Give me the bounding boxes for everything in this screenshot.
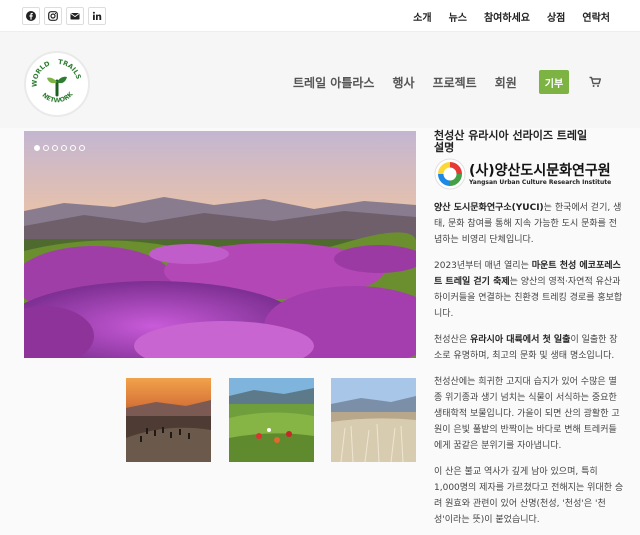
article-column: 천성산 유라시아 선라이즈 트레일 설명 (사)양산도시문화연구원 Yangsa… xyxy=(434,130,624,528)
article-text: 천성산은 xyxy=(434,335,470,345)
silver-grass-photo xyxy=(331,378,416,462)
social-links xyxy=(22,7,106,25)
cart-icon[interactable] xyxy=(589,76,601,88)
top-link-shop[interactable]: 상점 xyxy=(547,9,565,24)
instagram-icon xyxy=(48,11,58,21)
slider-dot[interactable] xyxy=(43,145,49,151)
logo-text-world: WORLD xyxy=(31,59,52,87)
site-header: WORLD TRAILS NETWORK 트레일 아틀라스 행사 프로젝트 회원… xyxy=(0,32,640,128)
nav-trail-atlas[interactable]: 트레일 아틀라스 xyxy=(293,74,374,91)
site-logo[interactable]: WORLD TRAILS NETWORK xyxy=(24,51,90,117)
org-text: (사)양산도시문화연구원 Yangsan Urban Culture Resea… xyxy=(469,163,611,186)
wetland-hikers-photo xyxy=(229,378,314,462)
article-bold: 유라시아 대륙에서 첫 일출 xyxy=(469,335,571,345)
sunrise-hikers-photo xyxy=(126,378,211,462)
article-paragraph: 2023년부터 매년 열리는 마운트 천성 에코포레스트 트레일 걷기 축제는 … xyxy=(434,258,624,322)
hero-slider[interactable] xyxy=(24,131,416,358)
logo-text-trails: TRAILS xyxy=(58,58,83,81)
svg-text:TRAILS: TRAILS xyxy=(58,58,83,81)
email-icon xyxy=(70,13,80,20)
linkedin-button[interactable] xyxy=(88,7,106,25)
top-link-contact[interactable]: 연락처 xyxy=(582,9,610,24)
top-link-get-involved[interactable]: 참여하세요 xyxy=(484,9,530,24)
article-text: 2023년부터 매년 열리는 xyxy=(434,261,532,271)
donate-button[interactable]: 기부 xyxy=(539,70,569,94)
gallery-thumbnail-sunrise-hikers[interactable] xyxy=(126,378,211,462)
top-link-about[interactable]: 소개 xyxy=(413,9,431,24)
sprout-icon xyxy=(47,76,67,97)
nav-projects[interactable]: 프로젝트 xyxy=(433,74,477,91)
org-name-english: Yangsan Urban Culture Research Institute xyxy=(469,178,612,186)
facebook-button[interactable] xyxy=(22,7,40,25)
slider-dot[interactable] xyxy=(52,145,58,151)
article-paragraph: 천성산에는 희귀한 고지대 습지가 있어 수많은 멸종 위기종과 생기 넘치는 … xyxy=(434,377,620,451)
nav-events[interactable]: 행사 xyxy=(392,74,414,91)
main-content: 천성산 유라시아 선라이즈 트레일 설명 (사)양산도시문화연구원 Yangsa… xyxy=(0,128,640,535)
nav-members[interactable]: 회원 xyxy=(495,74,517,91)
facebook-icon xyxy=(26,11,36,21)
yuci-emblem-icon xyxy=(434,158,466,190)
instagram-button[interactable] xyxy=(44,7,62,25)
gallery-thumbnail-silver-grass[interactable] xyxy=(331,378,416,462)
svg-text:WORLD: WORLD xyxy=(31,59,52,87)
slider-dot[interactable] xyxy=(61,145,67,151)
slider-dot[interactable] xyxy=(34,145,40,151)
azalea-mountain-photo xyxy=(24,131,416,358)
slider-dot[interactable] xyxy=(79,145,85,151)
slider-dots xyxy=(34,145,85,151)
article-title: 천성산 유라시아 선라이즈 트레일 설명 xyxy=(434,129,588,154)
gallery-thumbnail-wetland[interactable] xyxy=(229,378,314,462)
email-button[interactable] xyxy=(66,7,84,25)
article-bold: 양산 도시문화연구소(YUCI) xyxy=(434,203,544,213)
org-logo: (사)양산도시문화연구원 Yangsan Urban Culture Resea… xyxy=(434,158,624,190)
article-paragraph: 천성산은 유라시아 대륙에서 첫 일출이 일출한 장소로 유명하며, 최고의 문… xyxy=(434,332,624,364)
world-trails-network-logo: WORLD TRAILS NETWORK xyxy=(31,58,83,104)
slider-dot[interactable] xyxy=(70,145,76,151)
main-nav: 트레일 아틀라스 행사 프로젝트 회원 xyxy=(293,74,517,91)
top-links: 소개 뉴스 참여하세요 상점 연락처 xyxy=(413,9,610,24)
article-paragraph: 양산 도시문화연구소(YUCI)는 한국에서 걷기, 생태, 문화 참여를 통해… xyxy=(434,200,624,248)
org-name: (사)양산도시문화연구원 xyxy=(469,162,611,179)
article-paragraph: 이 산은 불교 역사가 깊게 남아 있으며, 특히 1,000명의 제자를 가르… xyxy=(434,467,624,525)
linkedin-icon xyxy=(92,11,102,20)
top-link-news[interactable]: 뉴스 xyxy=(449,9,467,24)
top-bar: 소개 뉴스 참여하세요 상점 연락처 xyxy=(0,0,640,32)
